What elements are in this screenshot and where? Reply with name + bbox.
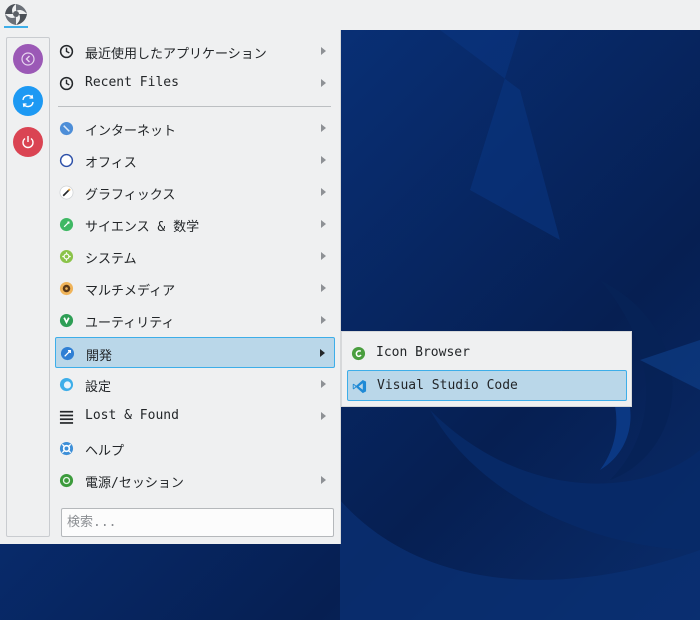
clock-icon [59, 44, 74, 59]
menu-item-recent-files[interactable]: Recent Files [55, 68, 335, 99]
power-icon [22, 136, 34, 149]
submenu-arrow-icon [321, 252, 326, 260]
submenu-arrow-icon [321, 412, 326, 420]
menu-item-multimedia[interactable]: マルチメディア [55, 273, 335, 304]
menu-item-system[interactable]: システム [55, 241, 335, 272]
development-submenu: Icon Browser Visual Studio Code [341, 331, 632, 407]
vscode-icon [352, 379, 367, 394]
menu-item-lost-found[interactable]: Lost & Found [55, 401, 335, 432]
top-panel [0, 0, 700, 30]
utilities-icon [59, 313, 74, 328]
menu-item-settings[interactable]: 設定 [55, 369, 335, 400]
clock-icon [59, 76, 74, 91]
submenu-arrow-icon [321, 156, 326, 164]
menu-item-label: システム [85, 252, 137, 267]
menu-item-label: Lost & Found [85, 408, 179, 423]
menu-item-label: 設定 [85, 380, 112, 395]
sync-button[interactable] [13, 86, 43, 116]
submenu-arrow-icon [321, 188, 326, 196]
submenu-arrow-icon [321, 79, 326, 87]
menu-item-label: 電源/セッション [85, 476, 184, 491]
menu-item-label: サイエンス & 数学 [85, 220, 200, 235]
application-menu: 最近使用したアプリケーション Recent Files インターネット オフィス [0, 30, 341, 544]
application-launcher-button[interactable] [2, 1, 30, 29]
menu-item-science-math[interactable]: サイエンス & 数学 [55, 209, 335, 240]
development-icon [60, 346, 75, 361]
menu-item-internet[interactable]: インターネット [55, 113, 335, 144]
settings-icon [59, 377, 74, 392]
submenu-arrow-icon [321, 380, 326, 388]
menu-item-graphics[interactable]: グラフィックス [55, 177, 335, 208]
icon-browser-icon [351, 346, 366, 361]
submenu-item-vscode[interactable]: Visual Studio Code [347, 370, 627, 401]
science-icon [59, 217, 74, 232]
graphics-icon [59, 185, 74, 200]
menu-item-recent-applications[interactable]: 最近使用したアプリケーション [55, 36, 335, 67]
menu-item-utilities[interactable]: ユーティリティ [55, 305, 335, 336]
help-icon [59, 441, 74, 456]
back-icon [21, 52, 35, 66]
menu-item-label: インターネット [85, 124, 177, 139]
submenu-arrow-icon [321, 124, 326, 132]
launcher-logo-icon [5, 4, 27, 25]
menu-item-power-session[interactable]: 電源/セッション [55, 465, 335, 496]
launcher-active-indicator [4, 26, 28, 28]
menu-item-label: マルチメディア [85, 284, 176, 299]
submenu-arrow-icon [321, 476, 326, 484]
menu-separator [58, 106, 331, 107]
submenu-arrow-icon [320, 349, 325, 357]
menu-item-help[interactable]: ヘルプ [55, 433, 335, 464]
submenu-item-label: Icon Browser [376, 345, 470, 360]
menu-item-label: 開発 [86, 349, 113, 364]
menu-item-label: ユーティリティ [85, 316, 175, 331]
submenu-item-icon-browser[interactable]: Icon Browser [347, 338, 627, 369]
system-icon [59, 249, 74, 264]
favorites-sidebar [6, 37, 50, 537]
menu-item-development[interactable]: 開発 [55, 337, 335, 368]
submenu-arrow-icon [321, 316, 326, 324]
menu-item-office[interactable]: オフィス [55, 145, 335, 176]
multimedia-icon [59, 281, 74, 296]
menu-item-label: グラフィックス [85, 188, 176, 203]
menu-item-label: Recent Files [85, 75, 179, 90]
list-icon [59, 410, 74, 424]
menu-item-label: 最近使用したアプリケーション [85, 47, 267, 62]
menu-item-label: ヘルプ [85, 444, 125, 459]
submenu-arrow-icon [321, 220, 326, 228]
menu-item-label: オフィス [85, 156, 137, 171]
back-button[interactable] [13, 44, 43, 74]
power-session-icon [59, 473, 74, 488]
power-button[interactable] [13, 127, 43, 157]
sync-icon [22, 94, 34, 108]
office-icon [59, 153, 74, 168]
submenu-arrow-icon [321, 47, 326, 55]
submenu-item-label: Visual Studio Code [377, 378, 518, 393]
internet-icon [59, 121, 74, 136]
search-input[interactable] [61, 508, 334, 537]
submenu-arrow-icon [321, 284, 326, 292]
